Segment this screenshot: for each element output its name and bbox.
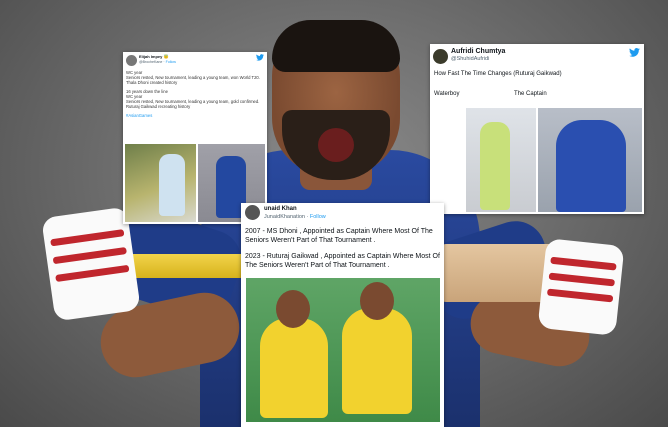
hashtag-link[interactable]: #AsianGames bbox=[126, 113, 264, 118]
tweet-card-junaid[interactable]: unaid Khan JunaidKhanation · Follow 2007… bbox=[241, 203, 444, 427]
tweet-paragraph: WC year Seniors rested, New tournament, … bbox=[126, 70, 260, 85]
tweet-text: WC year Seniors rested, New tournament, … bbox=[126, 70, 264, 122]
tweet-paragraph: 2007 - MS Dhoni , Appointed as Captain W… bbox=[245, 228, 433, 245]
tweet-author-name: Aufridi Chumtya bbox=[451, 48, 506, 55]
handle-text: @BrocheKane bbox=[139, 60, 163, 64]
follow-link[interactable]: Follow bbox=[310, 214, 326, 220]
avatar bbox=[433, 49, 448, 64]
player-hair bbox=[272, 20, 400, 72]
player-mouth bbox=[318, 128, 354, 162]
twitter-bird-icon bbox=[256, 54, 264, 63]
tweet-author-handle: @ShuhidAufridi bbox=[451, 56, 490, 62]
tweet-paragraph: 2023 - Ruturaj Gaikwad , Appointed as Ca… bbox=[245, 252, 440, 270]
follow-link[interactable]: Follow bbox=[166, 60, 176, 64]
handle-text: JunaidKhanation bbox=[264, 214, 305, 220]
tweet-photo-dhoni-gaikwad[interactable] bbox=[246, 278, 440, 422]
collage: Elijah Impey 😇 @BrocheKane · Follow WC y… bbox=[0, 0, 668, 427]
tweet-author-name: unaid Khan bbox=[264, 206, 297, 212]
tweet-author-name: Elijah Impey 😇 bbox=[139, 54, 169, 59]
tweet-card-aufridi[interactable]: Aufridi Chumtya @ShuhidAufridi How Fast … bbox=[430, 44, 644, 214]
tweet-text: 2007 - MS Dhoni , Appointed as Captain W… bbox=[245, 227, 441, 277]
avatar bbox=[245, 205, 260, 220]
tweet-author-handle: @BrocheKane · Follow bbox=[139, 60, 177, 64]
caption-right: The Captain bbox=[514, 91, 547, 97]
tweet-text: How Fast The Time Changes (Ruturaj Gaikw… bbox=[434, 71, 562, 77]
tweet-card-elijah[interactable]: Elijah Impey 😇 @BrocheKane · Follow WC y… bbox=[123, 52, 267, 224]
tweet-photo-waterboy[interactable] bbox=[466, 108, 536, 212]
avatar bbox=[126, 55, 137, 66]
tweet-photo-captain[interactable] bbox=[538, 108, 642, 212]
right-batting-glove bbox=[537, 238, 625, 336]
tweet-paragraph: 16 years down the line WC year Seniors r… bbox=[126, 89, 260, 109]
tweet-author-handle: JunaidKhanation · Follow bbox=[264, 214, 326, 220]
twitter-bird-icon bbox=[629, 48, 640, 60]
caption-left: Waterboy bbox=[434, 91, 460, 97]
tweet-photo-dhoni[interactable] bbox=[125, 144, 196, 222]
